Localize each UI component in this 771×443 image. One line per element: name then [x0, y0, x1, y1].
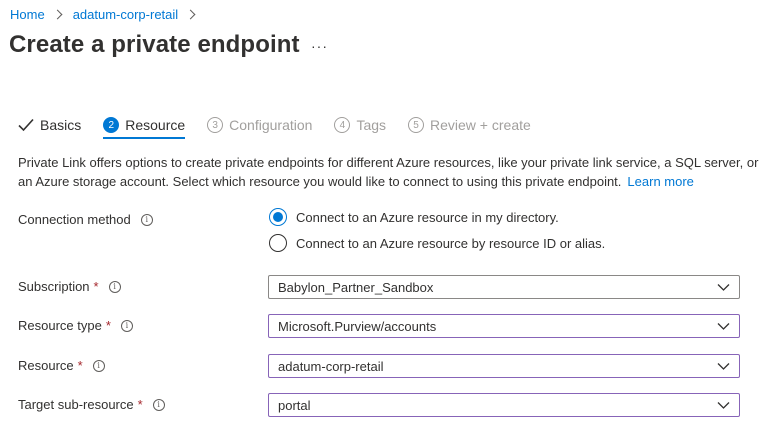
resource-dropdown[interactable]: adatum-corp-retail — [268, 354, 740, 378]
tab-label: Resource — [125, 117, 186, 133]
step-number-badge: 2 — [103, 117, 120, 133]
required-asterisk: * — [77, 358, 83, 373]
chevron-down-icon — [717, 363, 730, 370]
chevron-down-icon — [717, 284, 730, 291]
step-number-badge: 4 — [334, 117, 351, 133]
required-asterisk: * — [93, 279, 99, 294]
tab-resource[interactable]: 2 Resource — [103, 117, 186, 139]
page-title: Create a private endpoint — [9, 31, 300, 58]
field-label: Resource type — [18, 318, 102, 333]
subscription-label: Subscription * i — [18, 279, 121, 294]
field-label: Subscription — [18, 279, 90, 294]
intro-description: Private Link offers options to create pr… — [18, 153, 763, 191]
tab-label: Configuration — [229, 117, 313, 133]
dropdown-value: adatum-corp-retail — [278, 358, 384, 374]
field-label: Connection method — [18, 212, 131, 227]
tab-label: Basics — [40, 117, 82, 133]
breadcrumb: Home adatum-corp-retail — [10, 5, 206, 23]
info-icon[interactable]: i — [120, 319, 133, 332]
chevron-down-icon — [717, 323, 730, 330]
info-icon[interactable]: i — [140, 213, 153, 226]
dropdown-value: Microsoft.Purview/accounts — [278, 318, 437, 334]
more-options-button[interactable]: ··· — [311, 38, 328, 54]
tab-label: Tags — [356, 117, 387, 133]
field-label: Resource — [18, 358, 74, 373]
chevron-down-icon — [717, 402, 730, 409]
breadcrumb-resource[interactable]: adatum-corp-retail — [73, 7, 179, 22]
radio-label: Connect to an Azure resource in my direc… — [296, 209, 559, 225]
field-label: Target sub-resource — [18, 397, 134, 412]
target-sub-resource-label: Target sub-resource * i — [18, 397, 165, 412]
tab-configuration[interactable]: 3 Configuration — [207, 117, 312, 133]
chevron-right-icon — [52, 9, 63, 19]
connection-method-label: Connection method i — [18, 212, 153, 227]
resource-type-dropdown[interactable]: Microsoft.Purview/accounts — [268, 314, 740, 338]
dropdown-value: Babylon_Partner_Sandbox — [278, 279, 434, 295]
resource-type-label: Resource type * i — [18, 318, 133, 333]
radio-label: Connect to an Azure resource by resource… — [296, 235, 606, 251]
dropdown-value: portal — [278, 397, 311, 413]
step-number-badge: 5 — [408, 117, 425, 133]
radio-connect-directory[interactable]: Connect to an Azure resource in my direc… — [269, 208, 559, 226]
tab-label: Review + create — [430, 117, 531, 133]
radio-button-checked[interactable] — [269, 208, 287, 226]
info-icon[interactable]: i — [152, 398, 165, 411]
subscription-dropdown[interactable]: Babylon_Partner_Sandbox — [268, 275, 740, 299]
required-asterisk: * — [137, 397, 143, 412]
info-icon[interactable]: i — [108, 280, 121, 293]
tab-tags[interactable]: 4 Tags — [334, 117, 386, 133]
checkmark-icon — [18, 118, 40, 132]
step-number-badge: 3 — [207, 117, 224, 133]
target-sub-resource-dropdown[interactable]: portal — [268, 393, 740, 417]
breadcrumb-home[interactable]: Home — [10, 7, 45, 22]
radio-button[interactable] — [269, 234, 287, 252]
wizard-tabs: Basics 2 Resource 3 Configuration 4 Tags… — [18, 114, 553, 139]
required-asterisk: * — [105, 318, 111, 333]
chevron-right-icon — [185, 9, 196, 19]
tab-review-create[interactable]: 5 Review + create — [408, 117, 531, 133]
info-icon[interactable]: i — [92, 359, 105, 372]
learn-more-link[interactable]: Learn more — [627, 174, 693, 189]
tab-basics[interactable]: Basics — [18, 117, 81, 133]
resource-label: Resource * i — [18, 358, 105, 373]
radio-connect-resource-id[interactable]: Connect to an Azure resource by resource… — [269, 234, 605, 252]
